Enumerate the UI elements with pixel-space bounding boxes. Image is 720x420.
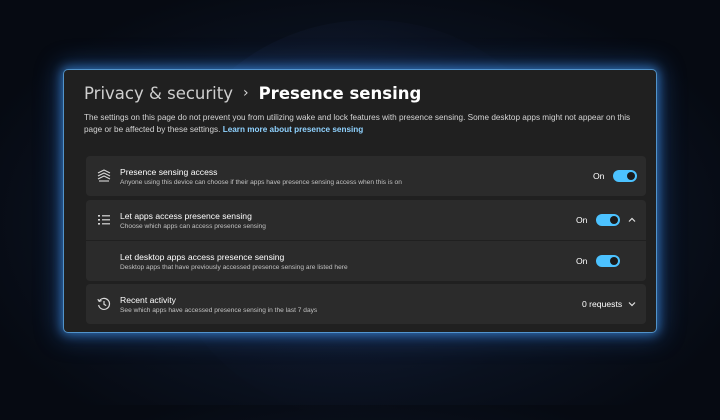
chevron-down-icon[interactable] <box>626 298 638 310</box>
row-subtitle: Desktop apps that have previously access… <box>120 264 348 271</box>
requests-count: 0 requests <box>582 299 623 309</box>
page-description: The settings on this page do not prevent… <box>84 112 650 136</box>
settings-window: Privacy & security › Presence sensing Th… <box>64 70 656 332</box>
page-title: Presence sensing <box>258 83 422 103</box>
chevron-up-icon[interactable] <box>626 214 638 226</box>
let-apps-access-toggle[interactable] <box>596 214 620 226</box>
toggle-knob <box>610 216 618 224</box>
toggle-knob <box>627 172 635 180</box>
row-title: Let apps access presence sensing <box>120 211 252 221</box>
row-title: Presence sensing access <box>120 167 218 177</box>
toggle-state-label: On <box>593 171 605 181</box>
let-desktop-apps-toggle[interactable] <box>596 255 620 267</box>
breadcrumb: Privacy & security › Presence sensing <box>84 80 421 106</box>
row-subtitle: Choose which apps can access presence se… <box>120 223 266 230</box>
breadcrumb-separator: › <box>242 85 249 101</box>
toggle-state-label: On <box>576 256 588 266</box>
history-icon <box>97 297 111 310</box>
let-desktop-apps-row: Let desktop apps access presence sensing… <box>86 241 646 281</box>
toggle-knob <box>610 257 618 265</box>
toggle-state-label: On <box>576 215 588 225</box>
row-title: Recent activity <box>120 295 176 305</box>
recent-activity-row[interactable]: Recent activity See which apps have acce… <box>86 284 646 324</box>
row-title: Let desktop apps access presence sensing <box>120 252 285 262</box>
list-icon <box>98 215 110 225</box>
presence-sensing-icon <box>97 169 111 182</box>
learn-more-link[interactable]: Learn more about presence sensing <box>223 125 364 134</box>
let-apps-access-row[interactable]: Let apps access presence sensing Choose … <box>86 200 646 240</box>
row-subtitle: See which apps have accessed presence se… <box>120 307 318 314</box>
presence-sensing-access-row: Presence sensing access Anyone using thi… <box>86 156 646 196</box>
presence-sensing-toggle[interactable] <box>613 170 637 182</box>
breadcrumb-parent[interactable]: Privacy & security <box>84 84 233 103</box>
row-subtitle: Anyone using this device can choose if t… <box>120 179 402 186</box>
